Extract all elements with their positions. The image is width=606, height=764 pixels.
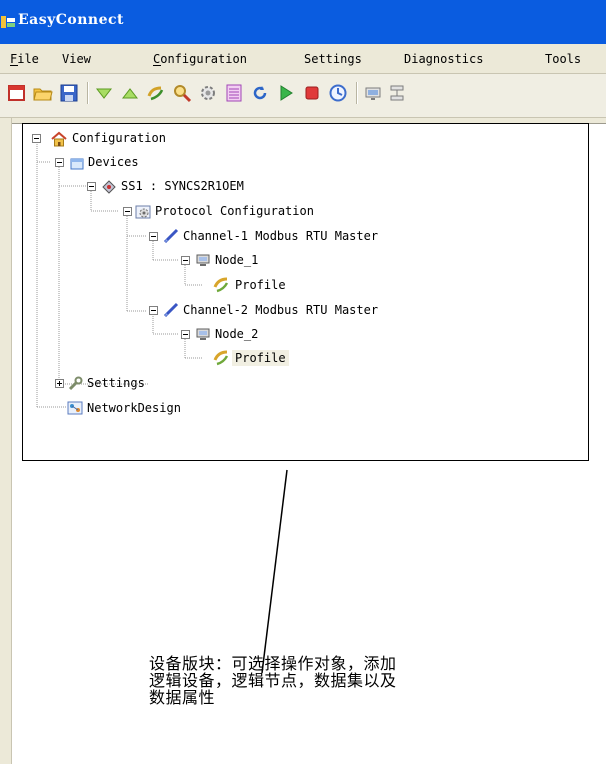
callout-annotation: 设备版块：可选择操作对象，添加逻辑设备，逻辑节点，数据集以及数据属性	[149, 654, 397, 707]
callout-line	[261, 469, 288, 674]
